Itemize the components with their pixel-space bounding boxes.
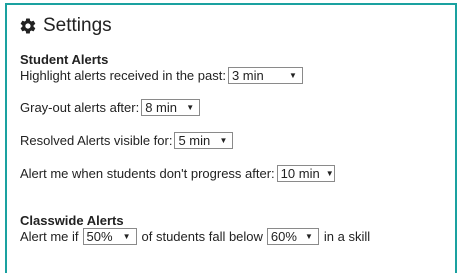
student-alerts-title: Student Alerts xyxy=(20,52,109,67)
chevron-down-icon: ▼ xyxy=(219,136,228,145)
chevron-down-icon: ▼ xyxy=(186,103,195,112)
progress-select-value: 10 min xyxy=(280,166,320,181)
classwide-alerts-title: Classwide Alerts xyxy=(20,213,124,228)
classwide-prefix: Alert me if xyxy=(20,229,79,244)
settings-panel: Settings Student Alerts Highlight alerts… xyxy=(5,3,457,273)
grayout-select-value: 8 min xyxy=(145,100,178,115)
highlight-label: Highlight alerts received in the past: xyxy=(20,68,226,83)
progress-row: Alert me when students don't progress af… xyxy=(20,165,337,182)
chevron-down-icon: ▼ xyxy=(289,71,297,80)
page-title: Settings xyxy=(43,15,112,36)
classwide-middle: of students fall below xyxy=(141,229,263,244)
chevron-down-icon: ▼ xyxy=(305,232,313,241)
classwide-suffix: in a skill xyxy=(323,229,371,244)
percent-select[interactable]: 50% ▼ xyxy=(82,228,137,245)
grayout-label: Gray-out alerts after: xyxy=(20,100,140,115)
highlight-row: Highlight alerts received in the past: 3… xyxy=(20,67,305,84)
progress-select[interactable]: 10 min ▼ xyxy=(276,165,335,182)
percent-select-value: 50% xyxy=(86,229,113,244)
chevron-down-icon: ▼ xyxy=(325,169,334,178)
threshold-select-value: 60% xyxy=(270,229,297,244)
progress-label: Alert me when students don't progress af… xyxy=(20,166,275,181)
resolved-row: Resolved Alerts visible for: 5 min ▼ xyxy=(20,132,235,149)
resolved-select[interactable]: 5 min ▼ xyxy=(174,132,234,149)
grayout-select[interactable]: 8 min ▼ xyxy=(141,99,201,116)
classwide-row: Alert me if 50% ▼ of students fall below… xyxy=(20,228,370,245)
highlight-select-value: 3 min xyxy=(231,68,264,83)
resolved-label: Resolved Alerts visible for: xyxy=(20,133,173,148)
chevron-down-icon: ▼ xyxy=(122,232,131,241)
settings-header: Settings xyxy=(19,15,112,37)
resolved-select-value: 5 min xyxy=(178,133,211,148)
gear-icon xyxy=(19,17,37,35)
grayout-row: Gray-out alerts after: 8 min ▼ xyxy=(20,99,202,116)
threshold-select[interactable]: 60% ▼ xyxy=(266,228,319,245)
highlight-select[interactable]: 3 min ▼ xyxy=(227,67,303,84)
